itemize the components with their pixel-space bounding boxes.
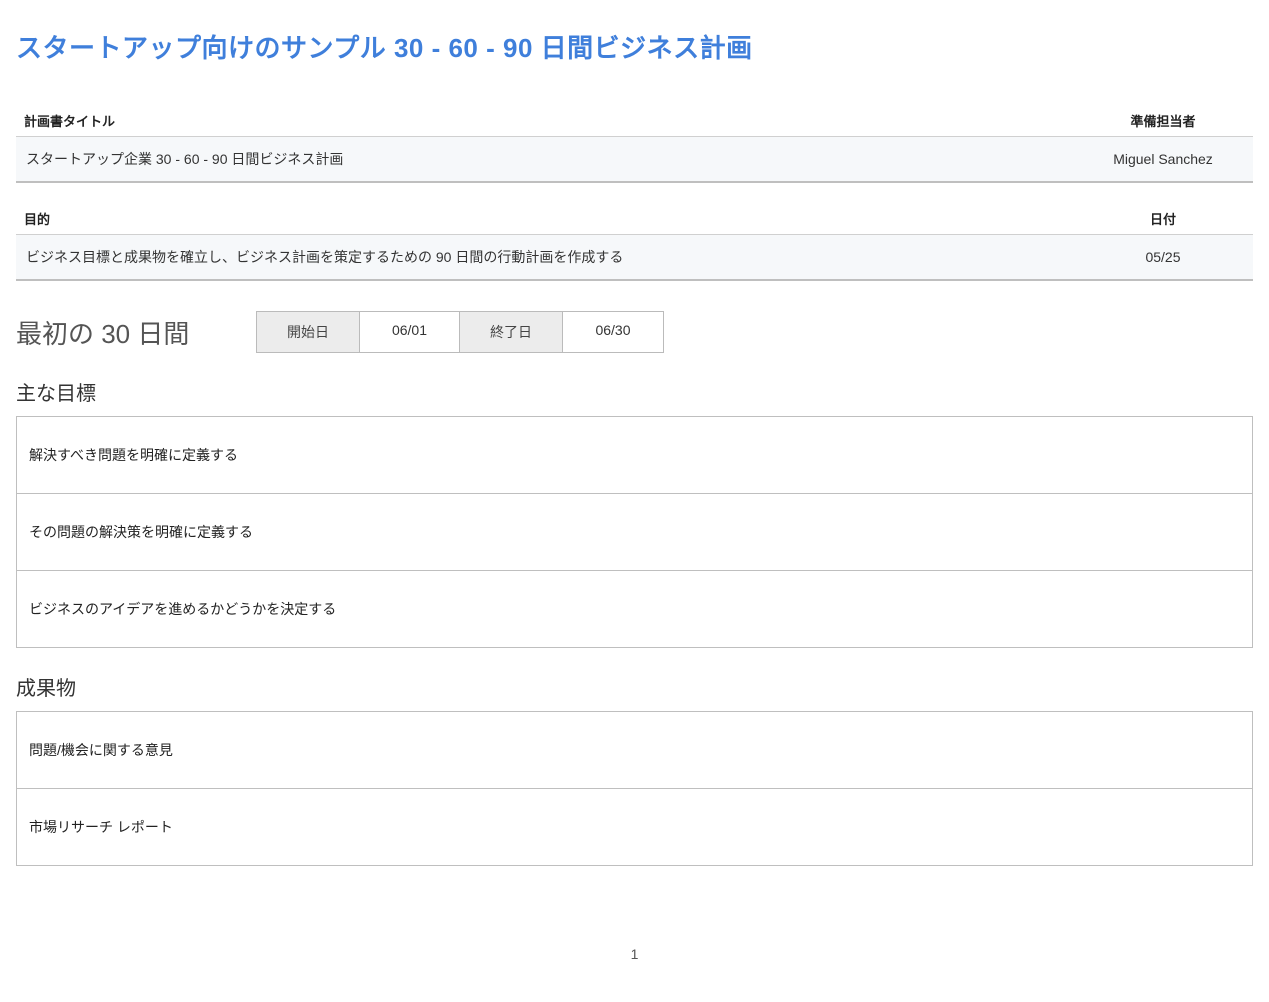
end-date-value: 06/30: [563, 312, 663, 352]
list-item: 解決すべき問題を明確に定義する: [17, 417, 1253, 494]
page-number: 1: [16, 946, 1253, 962]
list-item: その問題の解決策を明確に定義する: [17, 494, 1253, 571]
period-heading: 最初の 30 日間: [16, 314, 216, 351]
deliverables-list: 問題/機会に関する意見 市場リサーチ レポート: [16, 711, 1253, 866]
list-item: ビジネスのアイデアを進めるかどうかを決定する: [17, 571, 1253, 648]
plan-header-table: 計画書タイトル 準備担当者 スタートアップ企業 30 - 60 - 90 日間ビ…: [16, 105, 1253, 183]
plan-title-value: スタートアップ企業 30 - 60 - 90 日間ビジネス計画: [16, 137, 1073, 183]
list-item: 問題/機会に関する意見: [17, 712, 1253, 789]
plan-title-label: 計画書タイトル: [16, 105, 1073, 137]
date-value: 05/25: [1073, 235, 1253, 281]
period-date-box: 開始日 06/01 終了日 06/30: [256, 311, 664, 353]
list-item: 市場リサーチ レポート: [17, 789, 1253, 866]
objective-table: 目的 日付 ビジネス目標と成果物を確立し、ビジネス計画を策定するための 90 日…: [16, 203, 1253, 281]
objective-label: 目的: [16, 203, 1073, 235]
prepared-by-label: 準備担当者: [1073, 105, 1253, 137]
deliverables-heading: 成果物: [16, 672, 1253, 701]
page-title: スタートアップ向けのサンプル 30 - 60 - 90 日間ビジネス計画: [16, 28, 1253, 65]
start-date-value: 06/01: [360, 312, 460, 352]
goals-heading: 主な目標: [16, 377, 1253, 406]
prepared-by-value: Miguel Sanchez: [1073, 137, 1253, 183]
objective-value: ビジネス目標と成果物を確立し、ビジネス計画を策定するための 90 日間の行動計画…: [16, 235, 1073, 281]
end-date-label: 終了日: [460, 312, 563, 352]
start-date-label: 開始日: [257, 312, 360, 352]
goals-list: 解決すべき問題を明確に定義する その問題の解決策を明確に定義する ビジネスのアイ…: [16, 416, 1253, 648]
period-row: 最初の 30 日間 開始日 06/01 終了日 06/30: [16, 311, 1253, 353]
date-label: 日付: [1073, 203, 1253, 235]
